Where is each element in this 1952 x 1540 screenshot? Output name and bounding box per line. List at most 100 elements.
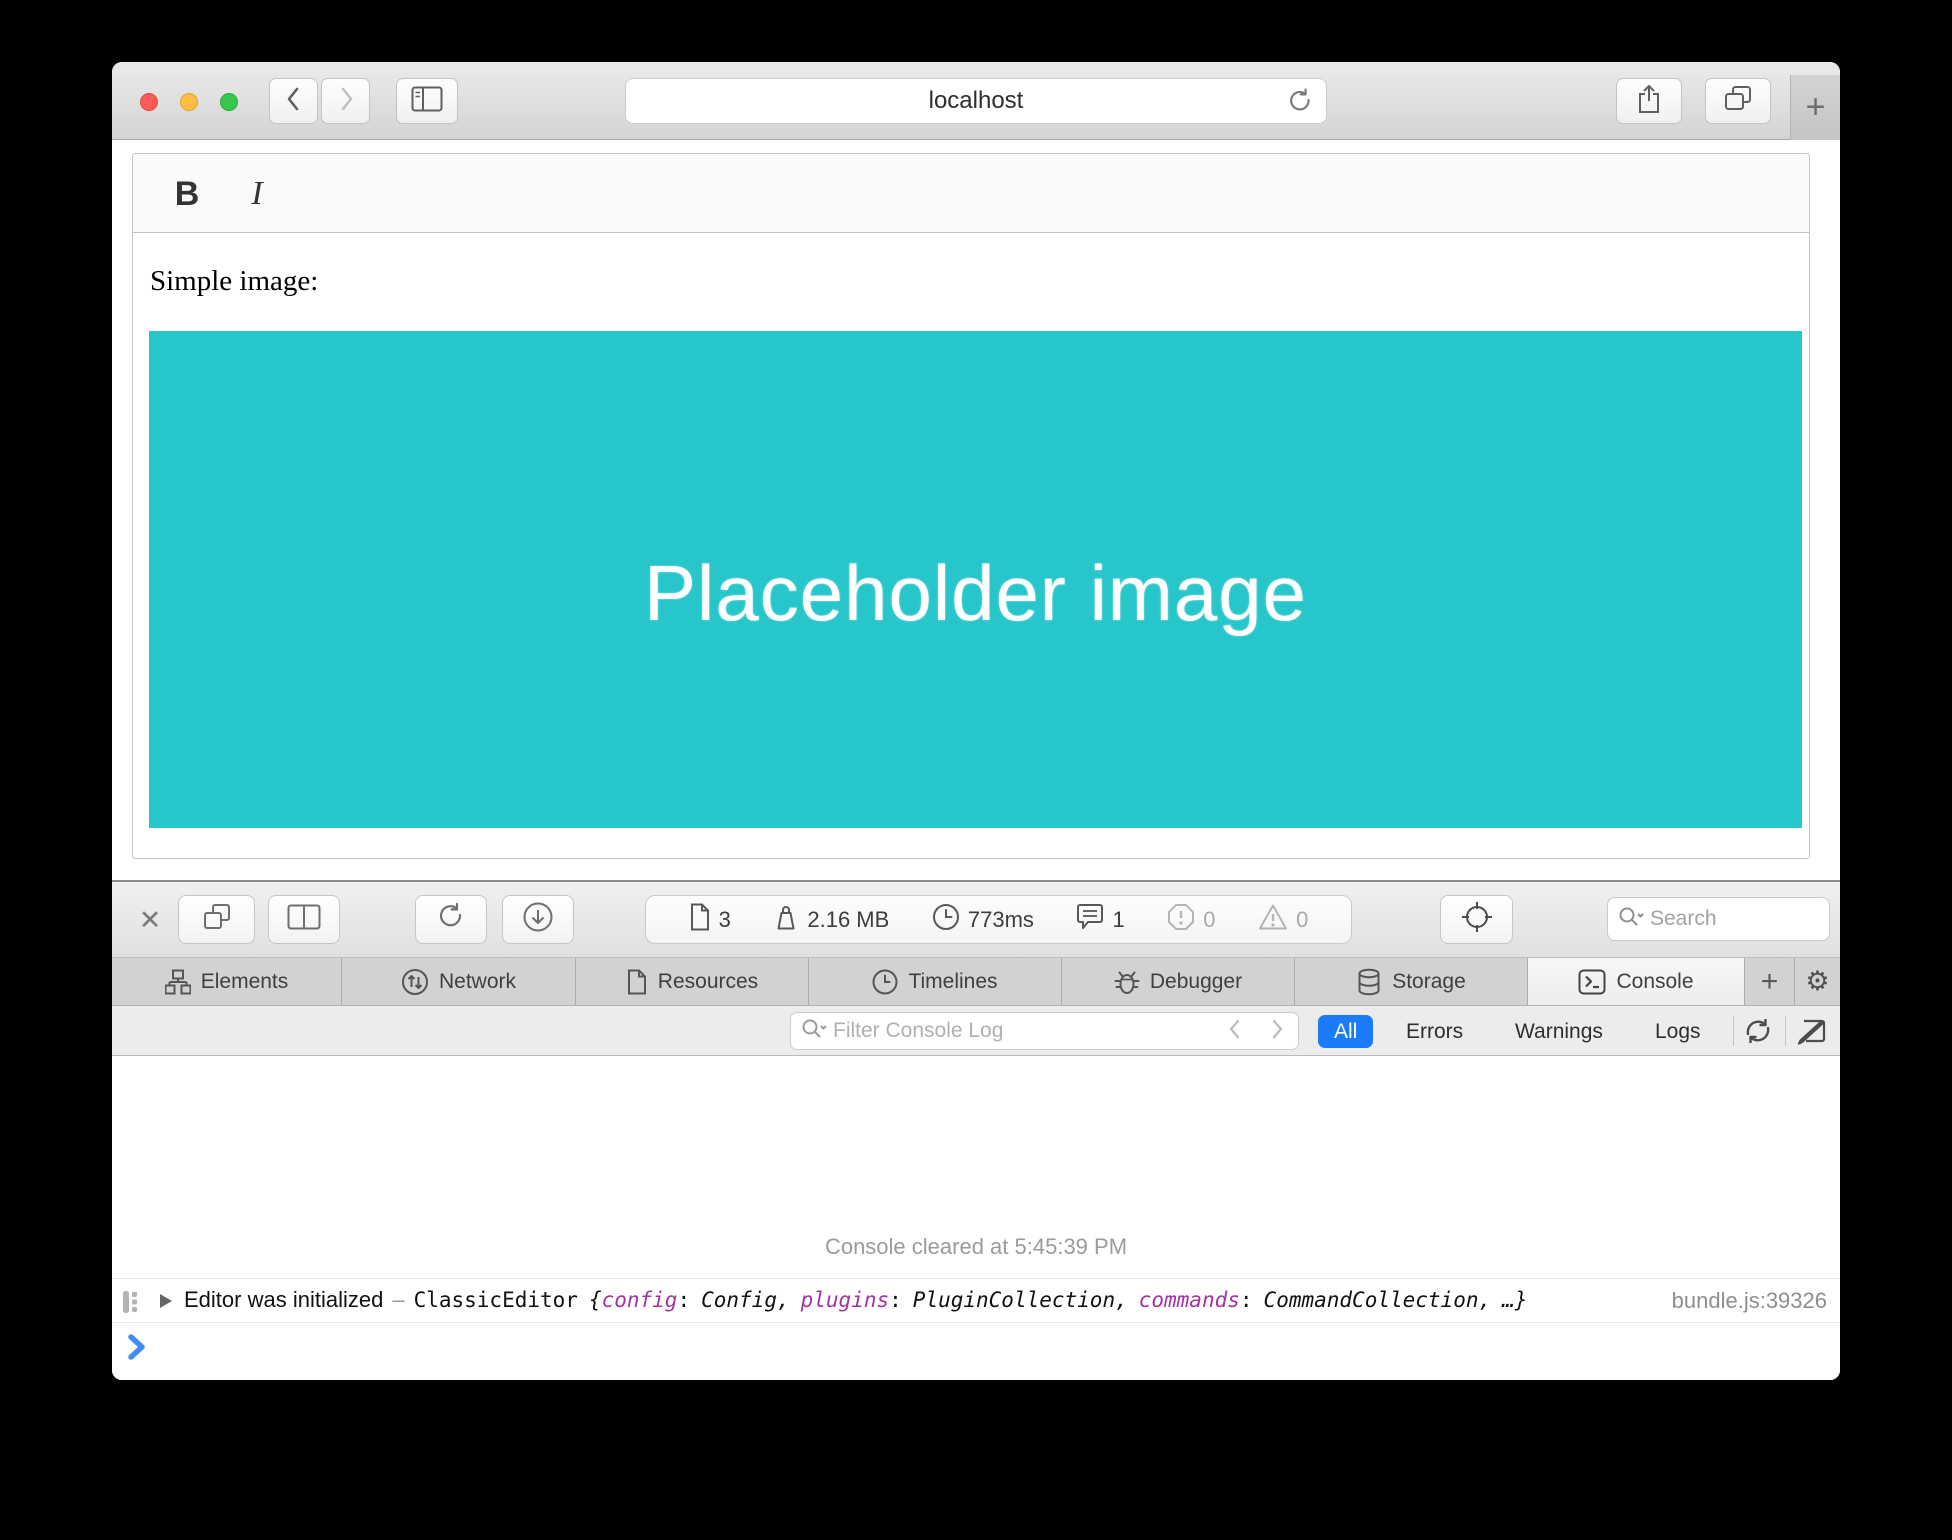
download-web-archive-button[interactable] [502, 895, 574, 944]
chevron-right-icon [1268, 1017, 1286, 1046]
tab-storage-label: Storage [1392, 970, 1466, 994]
weight-icon [773, 903, 799, 937]
console-output: Console cleared at 5:45:39 PM Editor was… [112, 1056, 1840, 1380]
tab-storage[interactable]: Storage [1295, 958, 1528, 1005]
document-icon [689, 903, 711, 937]
clear-console-button[interactable] [1796, 1015, 1828, 1052]
log-source-link[interactable]: bundle.js:39326 [1672, 1288, 1827, 1314]
tab-timelines[interactable]: Timelines [809, 958, 1062, 1005]
forward-button[interactable] [321, 78, 370, 124]
chevron-right-icon [333, 84, 359, 119]
new-inspector-tab-button[interactable]: + [1745, 958, 1795, 1005]
log-colon: : [1240, 1288, 1253, 1312]
console-filter-field[interactable] [790, 1012, 1215, 1050]
editor-content[interactable]: Simple image: Placeholder image [133, 233, 1809, 858]
split-columns-icon [287, 904, 321, 935]
reload-icon [436, 902, 466, 937]
gear-icon: ⚙ [1805, 966, 1829, 997]
inspector-search-field[interactable] [1607, 897, 1830, 941]
inspector-tab-bar: Elements Network [112, 958, 1840, 1006]
stat-errors[interactable]: 0 [1167, 903, 1215, 937]
circular-arrows-icon [1742, 1034, 1774, 1051]
share-button[interactable] [1616, 78, 1682, 124]
divider [1785, 1016, 1786, 1046]
log-class-name: ClassicEditor [414, 1288, 578, 1312]
split-view-button[interactable] [268, 895, 340, 944]
sidebar-toggle-button[interactable] [396, 78, 458, 124]
sidebar-icon [411, 86, 443, 117]
share-icon [1635, 83, 1663, 120]
scope-logs[interactable]: Logs [1655, 1015, 1701, 1048]
log-colon: : [889, 1288, 902, 1312]
tab-debugger-label: Debugger [1150, 970, 1242, 994]
log-key-commands: commands [1139, 1288, 1240, 1312]
tab-network[interactable]: Network [342, 958, 576, 1005]
detach-inspector-button[interactable] [178, 895, 255, 944]
address-bar[interactable]: localhost [625, 78, 1327, 124]
editor-paragraph: Simple image: [150, 265, 318, 298]
inspector-settings-button[interactable]: ⚙ [1795, 958, 1840, 1005]
clock-icon [932, 903, 960, 937]
tabs-overview-icon [1723, 85, 1753, 118]
stat-console-messages[interactable]: 1 [1076, 903, 1124, 937]
web-page: B I Simple image: Placeholder image [112, 141, 1840, 880]
tab-timelines-label: Timelines [908, 970, 997, 994]
timelines-clock-icon [872, 969, 898, 995]
search-icon [801, 1018, 827, 1045]
close-inspector-button[interactable]: ✕ [134, 904, 166, 936]
placeholder-image-label: Placeholder image [644, 520, 1307, 639]
tab-console[interactable]: Console [1528, 958, 1745, 1005]
reload-icon[interactable] [1286, 88, 1314, 121]
new-tab-button[interactable]: + [1790, 75, 1840, 140]
scope-all[interactable]: All [1318, 1015, 1373, 1048]
stat-size-value: 2.16 MB [807, 907, 889, 933]
tab-overview-button[interactable] [1705, 78, 1771, 124]
log-message: Editor was initialized–ClassicEditor{con… [184, 1287, 1527, 1313]
resources-document-icon [626, 969, 648, 995]
find-next-button[interactable] [1256, 1012, 1299, 1050]
console-prompt-chevron-icon[interactable] [127, 1334, 149, 1365]
log-colon: : [677, 1288, 690, 1312]
element-picker-button[interactable] [1440, 895, 1513, 944]
tab-elements[interactable]: Elements [112, 958, 342, 1005]
plus-icon: + [1761, 965, 1779, 999]
tab-console-label: Console [1616, 970, 1693, 994]
console-filter-input[interactable] [833, 1019, 1163, 1043]
reload-page-button[interactable] [415, 895, 487, 944]
close-window-button[interactable] [140, 93, 158, 111]
stat-console-messages-count: 1 [1112, 907, 1124, 933]
zoom-window-button[interactable] [220, 93, 238, 111]
warning-triangle-icon [1258, 903, 1288, 937]
console-log-row[interactable]: Editor was initialized–ClassicEditor{con… [112, 1278, 1840, 1323]
console-filter-bar: All Errors Warnings Logs [112, 1006, 1840, 1056]
log-brace: { [589, 1288, 602, 1312]
log-dash: – [392, 1287, 404, 1312]
placeholder-image[interactable]: Placeholder image [149, 331, 1802, 828]
scope-warnings[interactable]: Warnings [1515, 1015, 1603, 1048]
network-icon [401, 968, 429, 996]
error-octagon-icon [1167, 903, 1195, 937]
web-inspector: ✕ [112, 880, 1840, 1380]
chevron-left-icon [1226, 1017, 1244, 1046]
tab-debugger[interactable]: Debugger [1062, 958, 1295, 1005]
stat-resources-count: 3 [719, 907, 731, 933]
minimize-window-button[interactable] [180, 93, 198, 111]
stat-warnings[interactable]: 0 [1258, 903, 1308, 937]
italic-button[interactable]: I [233, 170, 281, 218]
clear-console-icon [1796, 1034, 1828, 1051]
speech-bubble-icon [1076, 903, 1104, 937]
resource-stats-group: 3 2.16 MB [645, 895, 1352, 944]
debugger-bug-icon [1114, 968, 1140, 996]
tab-resources[interactable]: Resources [576, 958, 809, 1005]
search-input[interactable] [1650, 907, 1790, 931]
disclosure-triangle[interactable] [160, 1294, 172, 1308]
stat-resources: 3 [689, 903, 731, 937]
clear-on-reload-button[interactable] [1742, 1015, 1774, 1052]
log-type-icon [121, 1289, 141, 1320]
scope-errors[interactable]: Errors [1406, 1015, 1463, 1048]
find-previous-button[interactable] [1214, 1012, 1257, 1050]
address-bar-url: localhost [929, 87, 1024, 115]
back-button[interactable] [269, 78, 318, 124]
bold-button[interactable]: B [163, 170, 211, 218]
log-value-commands: CommandCollection, [1264, 1288, 1492, 1312]
